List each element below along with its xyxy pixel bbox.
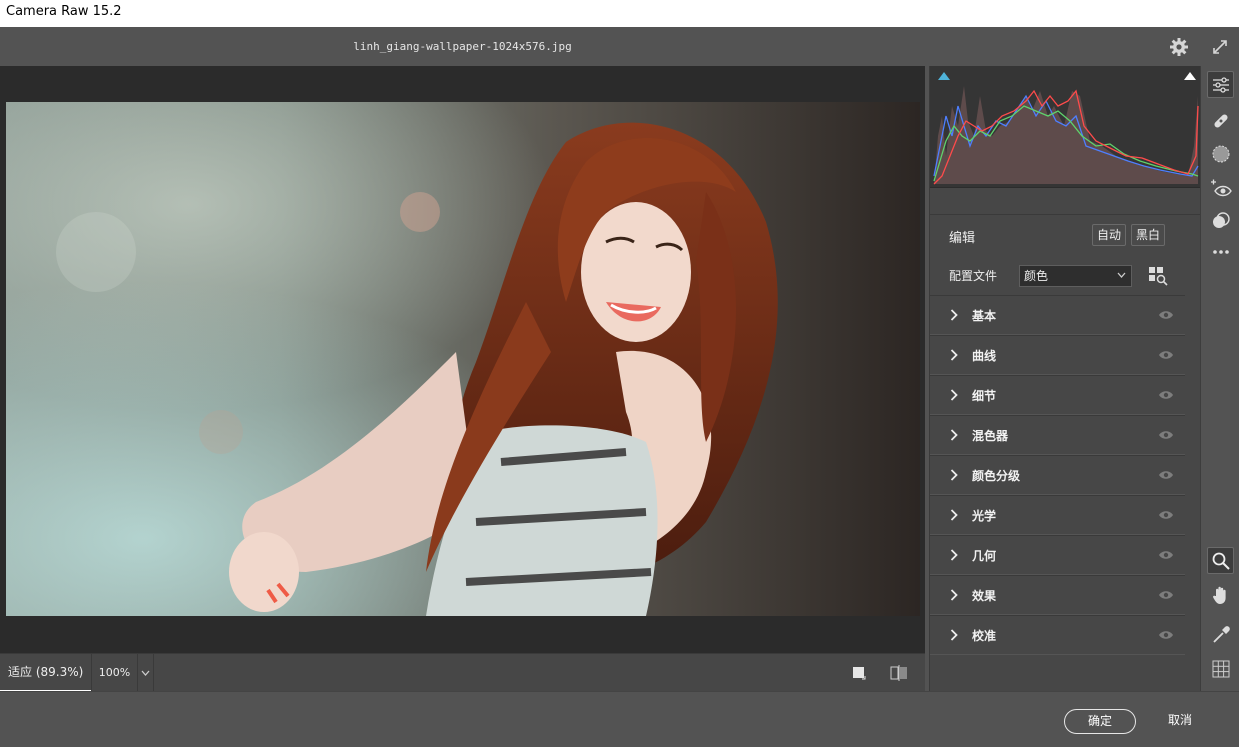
- section-label: 细节: [972, 389, 997, 403]
- more-icon: [1212, 249, 1229, 254]
- dialog-footer: 确定 取消: [0, 691, 1239, 747]
- gear-icon: [1170, 38, 1188, 56]
- section-label: 混色器: [972, 429, 1009, 443]
- histogram-info-bar: [930, 188, 1200, 215]
- edit-panel: 编辑 自动 黑白 配置文件 颜色 基本曲线细节混色器颜色分级光学几何效果校准: [929, 66, 1200, 691]
- eye-icon[interactable]: [1158, 509, 1174, 521]
- more-tools-button[interactable]: [1207, 238, 1234, 265]
- zoom-tool[interactable]: [1207, 547, 1234, 574]
- profile-value: 颜色: [1024, 269, 1049, 283]
- profile-dropdown[interactable]: 颜色: [1019, 265, 1132, 287]
- presets-tool[interactable]: [1207, 207, 1234, 234]
- canvas-toolbar: 适应 (89.3%) 100%: [0, 653, 925, 692]
- zoom-dropdown[interactable]: [137, 654, 154, 692]
- profile-label: 配置文件: [949, 269, 998, 283]
- settings-button[interactable]: [1167, 35, 1191, 59]
- section-row[interactable]: 细节: [930, 375, 1185, 415]
- section-label: 几何: [972, 549, 997, 563]
- zoom-fit-button[interactable]: 适应 (89.3%): [0, 654, 91, 692]
- highlight-clipping-icon[interactable]: [1184, 72, 1196, 80]
- section-label: 光学: [972, 509, 997, 523]
- histogram: [930, 66, 1200, 188]
- eyedropper-tool[interactable]: [1207, 621, 1234, 648]
- grid-search-icon: [1149, 267, 1168, 286]
- chevron-down-icon: [1117, 272, 1126, 278]
- chevron-right-icon: [950, 349, 958, 361]
- eye-icon[interactable]: [1158, 309, 1174, 321]
- eye-icon[interactable]: [1158, 589, 1174, 601]
- section-row[interactable]: 颜色分级: [930, 455, 1185, 495]
- eye-icon[interactable]: [1158, 629, 1174, 641]
- edit-header: 编辑 自动 黑白: [930, 215, 1185, 255]
- section-label: 颜色分级: [972, 469, 1021, 483]
- eye-icon[interactable]: [1158, 549, 1174, 561]
- single-view-button[interactable]: [848, 663, 870, 683]
- section-label: 曲线: [972, 349, 997, 363]
- eyedropper-icon: [1212, 625, 1230, 643]
- mask-tool[interactable]: [1207, 140, 1234, 167]
- grid-icon: [1212, 660, 1229, 677]
- section-row[interactable]: 校准: [930, 615, 1185, 655]
- file-name: linh_giang-wallpaper-1024x576.jpg: [353, 40, 572, 53]
- edit-tool[interactable]: [1207, 71, 1234, 98]
- chevron-right-icon: [950, 549, 958, 561]
- section-row[interactable]: 曲线: [930, 335, 1185, 375]
- chevron-down-icon: [141, 670, 150, 676]
- browse-profiles-button[interactable]: [1148, 266, 1168, 286]
- section-label: 效果: [972, 589, 997, 603]
- window-title: Camera Raw 15.2: [0, 0, 1239, 27]
- before-after-button[interactable]: [888, 663, 910, 683]
- adjustment-sections: 基本曲线细节混色器颜色分级光学几何效果校准: [930, 295, 1185, 655]
- chevron-right-icon: [950, 589, 958, 601]
- chevron-right-icon: [950, 469, 958, 481]
- square-view-icon: [853, 667, 866, 680]
- presets-icon: [1212, 211, 1230, 228]
- section-label: 校准: [972, 629, 997, 643]
- image-canvas[interactable]: [0, 66, 925, 653]
- tool-strip: [1200, 66, 1239, 691]
- healing-tool[interactable]: [1207, 107, 1234, 134]
- eye-icon[interactable]: [1158, 389, 1174, 401]
- zoom-100-button[interactable]: 100%: [91, 654, 137, 692]
- section-row[interactable]: 混色器: [930, 415, 1185, 455]
- ok-button[interactable]: 确定: [1064, 709, 1136, 734]
- grid-overlay-button[interactable]: [1207, 655, 1234, 682]
- hand-tool[interactable]: [1207, 581, 1234, 608]
- mask-circle-icon: [1212, 145, 1229, 162]
- sliders-icon: [1212, 76, 1229, 93]
- edit-title: 编辑: [949, 231, 976, 246]
- magnifier-icon: [1212, 552, 1230, 570]
- auto-button[interactable]: 自动: [1092, 224, 1126, 246]
- expand-icon: [1213, 40, 1227, 54]
- chevron-right-icon: [950, 629, 958, 641]
- chevron-right-icon: [950, 509, 958, 521]
- chevron-right-icon: [950, 309, 958, 321]
- photo-preview: [6, 102, 920, 616]
- section-row[interactable]: 几何: [930, 535, 1185, 575]
- top-header: linh_giang-wallpaper-1024x576.jpg: [0, 27, 1239, 66]
- hand-icon: [1212, 586, 1226, 604]
- split-view-icon: [890, 665, 907, 681]
- eye-icon[interactable]: [1158, 349, 1174, 361]
- chevron-right-icon: [950, 389, 958, 401]
- bandage-icon: [1213, 113, 1228, 128]
- red-eye-tool[interactable]: [1207, 174, 1234, 201]
- section-row[interactable]: 基本: [930, 295, 1185, 335]
- section-label: 基本: [972, 309, 997, 323]
- eye-icon[interactable]: [1158, 429, 1174, 441]
- eye-plus-icon: [1210, 179, 1232, 196]
- cancel-button[interactable]: 取消: [1157, 709, 1203, 734]
- camera-raw-window: Camera Raw 15.2 linh_giang-wallpaper-102…: [0, 0, 1239, 747]
- eye-icon[interactable]: [1158, 469, 1174, 481]
- chevron-right-icon: [950, 429, 958, 441]
- black-white-button[interactable]: 黑白: [1131, 224, 1165, 246]
- shadow-clipping-icon[interactable]: [938, 72, 950, 80]
- profile-row: 配置文件 颜色: [930, 255, 1185, 295]
- section-row[interactable]: 光学: [930, 495, 1185, 535]
- section-row[interactable]: 效果: [930, 575, 1185, 615]
- fullscreen-button[interactable]: [1208, 35, 1232, 59]
